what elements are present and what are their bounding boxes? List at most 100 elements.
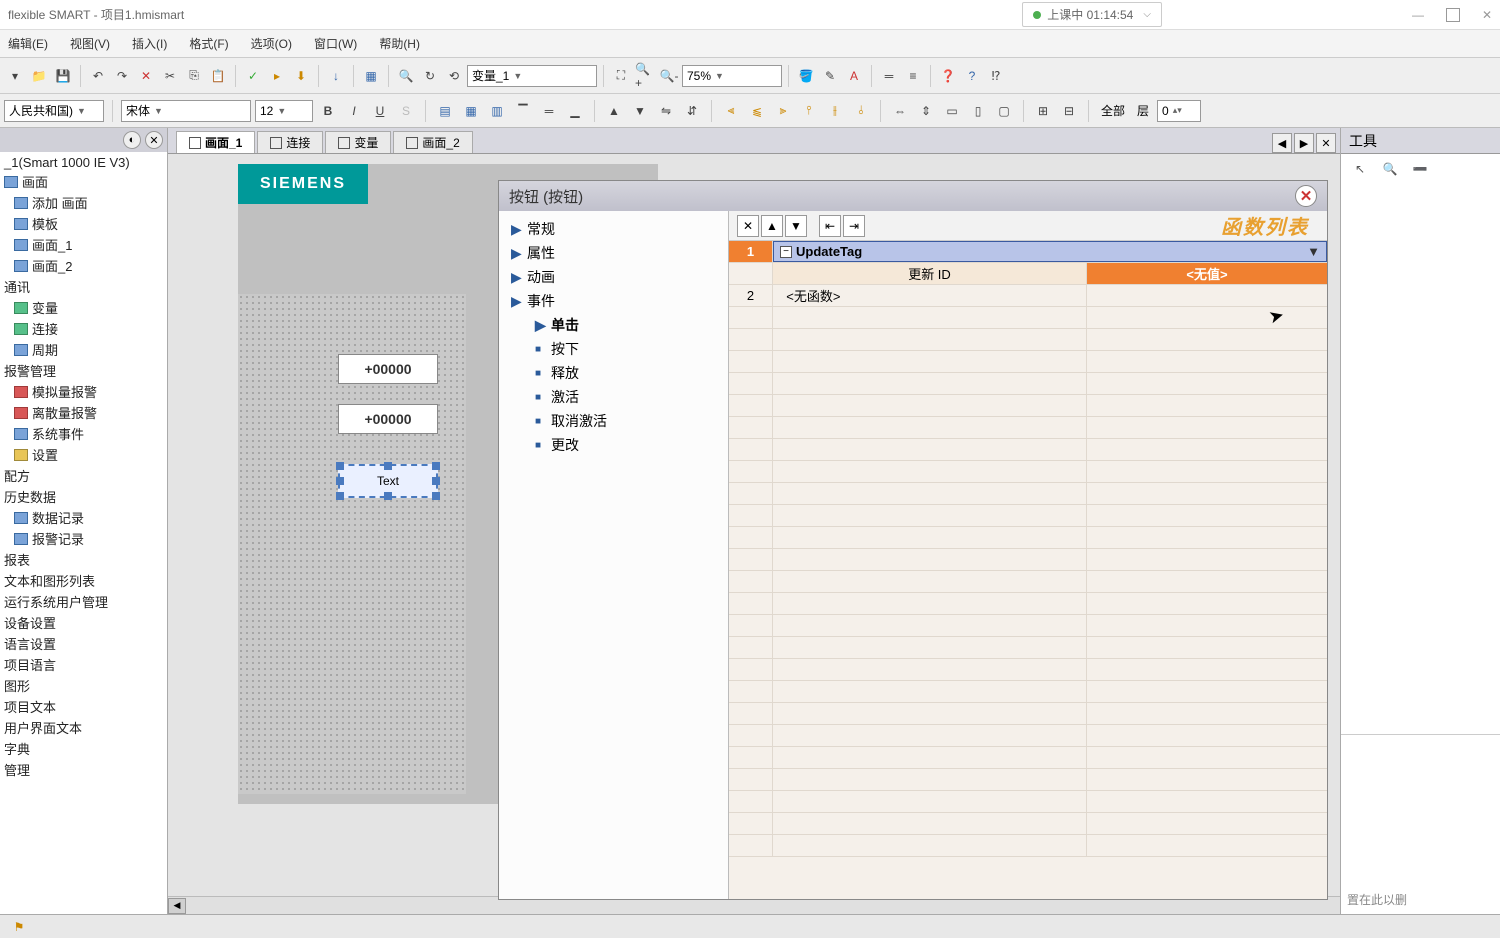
bring-front-icon[interactable]: ▲ <box>603 100 625 122</box>
tree-discrete-alarms[interactable]: 离散量报警 <box>0 402 167 423</box>
line-style-icon[interactable]: ═ <box>878 65 900 87</box>
resize-handle[interactable] <box>432 492 440 500</box>
tree-screens[interactable]: 画面 <box>0 171 167 192</box>
tree-analog-alarms[interactable]: 模拟量报警 <box>0 381 167 402</box>
font-color-icon[interactable]: A <box>843 65 865 87</box>
properties-titlebar[interactable]: 按钮 (按钮) ✕ <box>499 181 1327 211</box>
tree-reports[interactable]: 报表 <box>0 549 167 570</box>
new-icon[interactable]: ▾ <box>4 65 26 87</box>
tree-cycles[interactable]: 周期 <box>0 339 167 360</box>
event-click[interactable]: ▶单击 <box>507 313 720 337</box>
strike-icon[interactable]: S <box>395 100 417 122</box>
distribute-h-icon[interactable]: ⇔ <box>889 100 911 122</box>
next-tab-button[interactable]: ▶ <box>1294 133 1314 153</box>
session-status[interactable]: 上课中 01:14:54 ⌵ <box>1022 2 1162 27</box>
resize-handle[interactable] <box>336 462 344 470</box>
magnify-tool-icon[interactable]: 🔍 <box>1379 158 1401 180</box>
zoom-out-icon[interactable]: 🔍- <box>658 65 680 87</box>
align-bottom-icon[interactable]: ▁ <box>564 100 586 122</box>
align-right-icon[interactable]: ▥ <box>486 100 508 122</box>
resize-handle[interactable] <box>384 462 392 470</box>
tree-project-text[interactable]: 项目文本 <box>0 696 167 717</box>
tree-device-settings[interactable]: 设备设置 <box>0 612 167 633</box>
tree-text-lists[interactable]: 文本和图形列表 <box>0 570 167 591</box>
redo-icon[interactable]: ↷ <box>111 65 133 87</box>
cat-general[interactable]: ▶常规 <box>507 217 720 241</box>
align-center-icon[interactable]: ▦ <box>460 100 482 122</box>
tree-graphics[interactable]: 图形 <box>0 675 167 696</box>
align-middle-icon[interactable]: ═ <box>538 100 560 122</box>
tab-screen1[interactable]: 画面_1 <box>176 131 255 153</box>
check-icon[interactable]: ✓ <box>242 65 264 87</box>
align-objects-center-icon[interactable]: ⫹ <box>746 100 768 122</box>
status-icon[interactable]: ⚑ <box>8 916 30 938</box>
menu-insert[interactable]: 插入(I) <box>128 33 171 54</box>
close-tab-button[interactable]: ✕ <box>1316 133 1336 153</box>
layer-spinner[interactable]: 0 ▴▾ <box>1157 100 1201 122</box>
paste-icon[interactable]: 📋 <box>207 65 229 87</box>
tree-data-logs[interactable]: 数据记录 <box>0 507 167 528</box>
refresh-icon[interactable]: ↻ <box>419 65 441 87</box>
cat-animations[interactable]: ▶动画 <box>507 265 720 289</box>
fontsize-combo[interactable]: 12 ▼ <box>255 100 313 122</box>
tree-screen1[interactable]: 画面_1 <box>0 234 167 255</box>
event-press[interactable]: ■按下 <box>507 337 720 361</box>
function-name-combo[interactable]: − UpdateTag ▼ <box>773 241 1327 262</box>
tree-system-events[interactable]: 系统事件 <box>0 423 167 444</box>
pin-icon[interactable]: ◐ <box>123 131 141 149</box>
tree-tags[interactable]: 变量 <box>0 297 167 318</box>
download-icon[interactable]: ⬇ <box>290 65 312 87</box>
help-icon[interactable]: ❓ <box>937 65 959 87</box>
indent-button[interactable]: ⇥ <box>843 215 865 237</box>
close-button[interactable]: ✕ <box>1482 8 1492 22</box>
align-objects-middle-icon[interactable]: ⫲ <box>824 100 846 122</box>
align-top-icon[interactable]: ▔ <box>512 100 534 122</box>
tab-screen2[interactable]: 画面_2 <box>393 131 472 153</box>
menu-help[interactable]: 帮助(H) <box>375 33 424 54</box>
align-objects-right-icon[interactable]: ⫸ <box>772 100 794 122</box>
scroll-left-icon[interactable]: ◀ <box>168 898 186 914</box>
find-icon[interactable]: 🔍 <box>395 65 417 87</box>
same-size-icon[interactable]: ▢ <box>993 100 1015 122</box>
tree-project-lang[interactable]: 项目语言 <box>0 654 167 675</box>
tree-template[interactable]: 模板 <box>0 213 167 234</box>
io-field-1[interactable]: +00000 <box>338 354 438 384</box>
align-objects-bottom-icon[interactable]: ⫰ <box>850 100 872 122</box>
menu-options[interactable]: 选项(O) <box>247 33 296 54</box>
menu-view[interactable]: 视图(V) <box>66 33 114 54</box>
cat-properties[interactable]: ▶属性 <box>507 241 720 265</box>
zoom-fit-icon[interactable]: ⛶ <box>610 65 632 87</box>
tree-user-admin[interactable]: 运行系统用户管理 <box>0 591 167 612</box>
line-width-icon[interactable]: ≡ <box>902 65 924 87</box>
arrow-down-icon[interactable]: ↓ <box>325 65 347 87</box>
tree-connections[interactable]: 连接 <box>0 318 167 339</box>
tree-device[interactable]: _1(Smart 1000 IE V3) <box>0 154 167 171</box>
bold-icon[interactable]: B <box>317 100 339 122</box>
tree-ui-text[interactable]: 用户界面文本 <box>0 717 167 738</box>
close-pane-icon[interactable]: ✕ <box>145 131 163 149</box>
flip-h-icon[interactable]: ⇋ <box>655 100 677 122</box>
move-down-button[interactable]: ▼ <box>785 215 807 237</box>
tree-add-screen[interactable]: 添加 画面 <box>0 192 167 213</box>
project-tree[interactable]: _1(Smart 1000 IE V3) 画面 添加 画面 模板 画面_1 画面… <box>0 152 167 914</box>
tree-dictionary[interactable]: 字典 <box>0 738 167 759</box>
menu-edit[interactable]: 编辑(E) <box>4 33 52 54</box>
align-objects-top-icon[interactable]: ⫯ <box>798 100 820 122</box>
event-deactivate[interactable]: ■取消激活 <box>507 409 720 433</box>
send-back-icon[interactable]: ▼ <box>629 100 651 122</box>
function-row-2[interactable]: 2 <无函数> <box>729 285 1327 307</box>
align-left-icon[interactable]: ▤ <box>434 100 456 122</box>
collapse-icon[interactable]: − <box>780 246 792 258</box>
tree-alarm-mgmt[interactable]: 报警管理 <box>0 360 167 381</box>
open-icon[interactable]: 📁 <box>28 65 50 87</box>
tab-connections[interactable]: 连接 <box>257 131 323 153</box>
font-combo[interactable]: 宋体 ▼ <box>121 100 251 122</box>
resize-handle[interactable] <box>432 462 440 470</box>
menu-format[interactable]: 格式(F) <box>185 33 232 54</box>
italic-icon[interactable]: I <box>343 100 365 122</box>
tree-screen2[interactable]: 画面_2 <box>0 255 167 276</box>
save-icon[interactable]: 💾 <box>52 65 74 87</box>
tree-history[interactable]: 历史数据 <box>0 486 167 507</box>
param-value[interactable]: <无值> <box>1087 263 1327 284</box>
tree-settings[interactable]: 设置 <box>0 444 167 465</box>
